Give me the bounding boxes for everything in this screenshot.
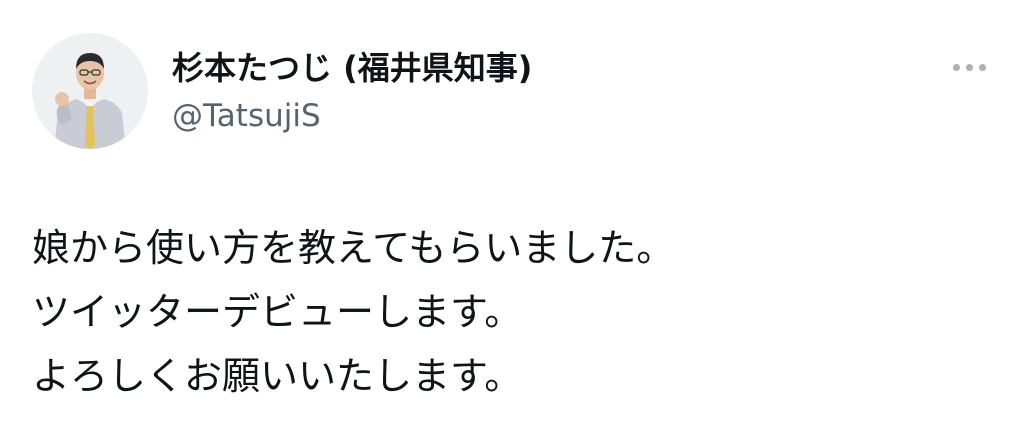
more-horizontal-icon — [952, 63, 960, 71]
more-horizontal-icon — [978, 63, 986, 71]
author-display-name[interactable]: 杉本たつじ (福井県知事) — [172, 48, 532, 88]
profile-photo-icon — [32, 33, 148, 149]
tweet-body: 娘から使い方を教えてもらいました。 ツイッターデビューします。 よろしくお願いい… — [32, 216, 992, 408]
tweet-text-line: よろしくお願いいたします。 — [32, 354, 523, 398]
author-handle[interactable]: @TatsujiS — [172, 96, 321, 136]
more-horizontal-icon — [965, 63, 973, 71]
tweet-text-line: 娘から使い方を教えてもらいました。 — [32, 226, 675, 270]
tweet-card: 杉本たつじ (福井県知事) @TatsujiS 娘から使い方を教えてもらいました… — [0, 0, 1024, 435]
author-avatar[interactable] — [32, 33, 148, 149]
more-options-button[interactable] — [944, 50, 994, 84]
tweet-text-line: ツイッターデビューします。 — [32, 290, 523, 334]
